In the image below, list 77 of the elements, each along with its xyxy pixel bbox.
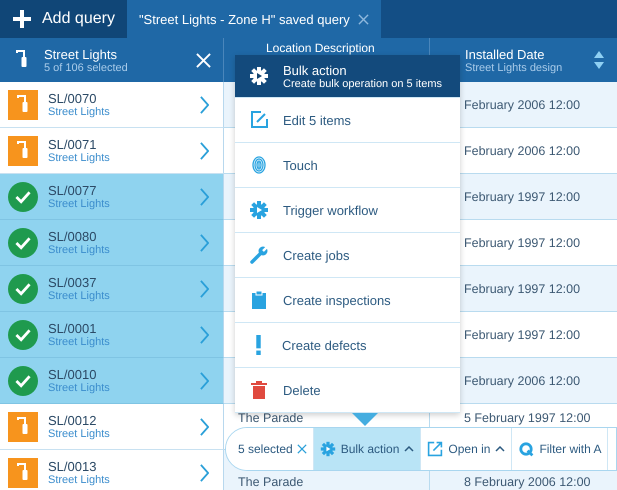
menu-item[interactable]: Edit 5 items xyxy=(235,98,460,143)
filter-icon xyxy=(518,441,534,457)
item-type: Street Lights xyxy=(48,244,111,256)
item-id: SL/0077 xyxy=(48,183,98,198)
edit-icon xyxy=(249,110,269,130)
menu-item[interactable]: Create defects xyxy=(235,323,460,368)
item-id: SL/0037 xyxy=(48,275,98,290)
list-item[interactable]: SL/0080 Street Lights xyxy=(0,220,224,266)
exclamation-icon xyxy=(256,335,261,355)
street-light-icon xyxy=(8,136,38,166)
chevron-right-icon[interactable] xyxy=(200,234,209,252)
chevron-right-icon[interactable] xyxy=(200,464,209,482)
menu-item[interactable]: Create inspections xyxy=(235,278,460,323)
chevron-right-icon[interactable] xyxy=(200,418,209,436)
check-icon xyxy=(8,182,38,212)
item-id: SL/0010 xyxy=(48,367,98,382)
add-query-button[interactable]: Add query xyxy=(0,0,127,38)
list-title: Street Lights xyxy=(44,46,117,62)
gear-icon xyxy=(249,200,269,220)
item-type: Street Lights xyxy=(48,198,111,210)
menu-item[interactable]: Create jobs xyxy=(235,233,460,278)
menu-pointer xyxy=(352,413,378,426)
selection-count: 5 of 106 selected xyxy=(44,62,129,74)
close-icon xyxy=(296,444,307,454)
column-title: Location Description xyxy=(266,41,375,55)
toolbar-button[interactable]: Bulk action xyxy=(314,428,422,470)
gear-icon xyxy=(320,441,336,457)
list-item[interactable]: SL/0001 Street Lights xyxy=(0,312,224,358)
wrench-icon xyxy=(249,245,269,265)
check-icon xyxy=(8,320,38,350)
list-item[interactable]: SL/0070 Street Lights xyxy=(0,82,224,128)
chevron-right-icon[interactable] xyxy=(200,280,209,298)
menu-item[interactable]: Delete xyxy=(235,368,460,413)
menu-item[interactable]: Touch xyxy=(235,143,460,188)
column-subtitle: Street Lights design xyxy=(465,62,564,74)
close-icon[interactable] xyxy=(358,14,369,24)
item-id: SL/0080 xyxy=(48,229,98,244)
column-title: Installed Date xyxy=(465,46,546,62)
item-type: Street Lights xyxy=(48,474,111,486)
sort-icon[interactable] xyxy=(593,50,605,70)
item-id: SL/0012 xyxy=(48,413,98,428)
check-icon xyxy=(8,228,38,258)
item-type: Street Lights xyxy=(48,336,111,348)
item-type: Street Lights xyxy=(48,106,111,118)
item-type: Street Lights xyxy=(48,382,111,394)
check-icon xyxy=(8,274,38,304)
chevron-right-icon[interactable] xyxy=(200,372,209,390)
list-item[interactable]: SL/0071 Street Lights xyxy=(0,128,224,174)
chevron-right-icon[interactable] xyxy=(200,326,209,344)
menu-item[interactable]: Trigger workflow xyxy=(235,188,460,233)
chevron-right-icon[interactable] xyxy=(200,96,209,114)
item-id: SL/0013 xyxy=(48,459,98,474)
chevron-right-icon[interactable] xyxy=(200,142,209,160)
list-item[interactable]: SL/0077 Street Lights xyxy=(0,174,224,220)
street-light-icon xyxy=(8,412,38,442)
list-item[interactable]: SL/0010 Street Lights xyxy=(0,358,224,404)
item-id: SL/0071 xyxy=(48,137,98,152)
list-item[interactable]: SL/0037 Street Lights xyxy=(0,266,224,312)
check-icon xyxy=(8,366,38,396)
query-tab[interactable]: "Street Lights - Zone H" saved query xyxy=(126,0,381,38)
list-item[interactable]: SL/0012 Street Lights xyxy=(0,404,224,450)
item-id: SL/0070 xyxy=(48,91,98,106)
plus-icon xyxy=(12,9,32,29)
clear-selection-button[interactable]: 5 selected xyxy=(226,428,314,470)
gear-icon xyxy=(249,66,269,86)
chevron-right-icon[interactable] xyxy=(200,188,209,206)
open-external-icon xyxy=(427,441,444,457)
street-light-icon xyxy=(8,90,38,120)
item-type: Street Lights xyxy=(48,152,111,164)
item-type: Street Lights xyxy=(48,428,111,440)
trash-icon xyxy=(249,380,269,400)
clipboard-icon xyxy=(249,290,269,310)
item-id: SL/0001 xyxy=(48,321,98,336)
street-light-icon xyxy=(8,458,38,488)
menu-item[interactable]: Bulk action Create bulk operation on 5 items xyxy=(235,55,460,98)
column-header[interactable]: Installed Date Street Lights design xyxy=(430,38,617,82)
item-type: Street Lights xyxy=(48,290,111,302)
